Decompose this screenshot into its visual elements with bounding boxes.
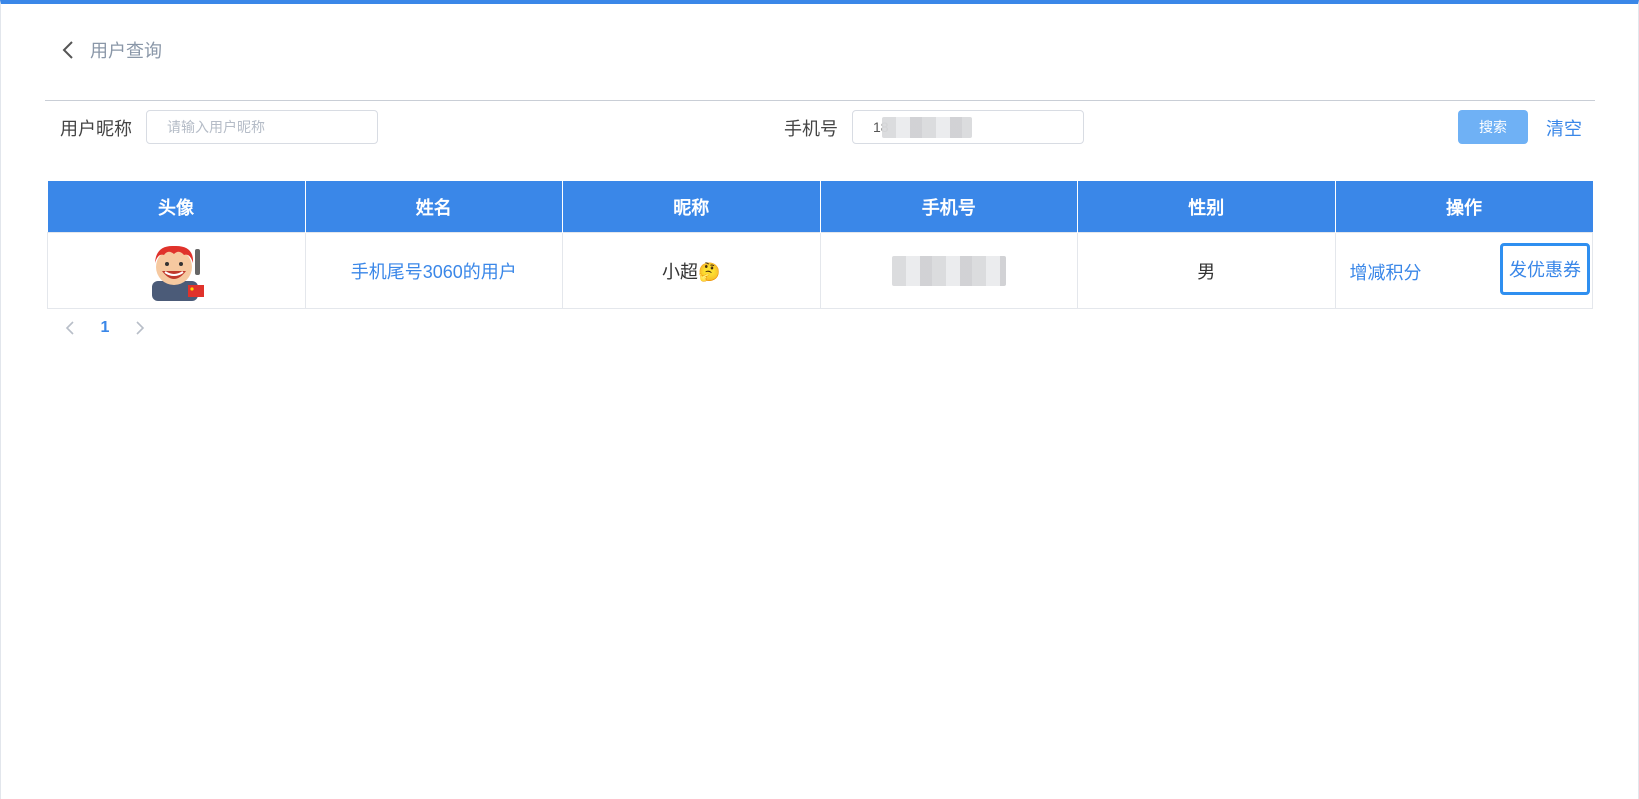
search-button[interactable]: 搜索 [1458, 110, 1528, 144]
redacted-phone-cell [891, 255, 1006, 286]
next-page-icon[interactable] [129, 317, 151, 339]
actions-cell: 增减积分 发优惠券 [1334, 232, 1593, 309]
page: 用户查询 用户昵称 手机号 搜索 清空 头像 姓名 昵称 手机号 性别 操作 [0, 0, 1639, 799]
adjust-points-button[interactable]: 增减积分 [1350, 259, 1422, 285]
column-header-actions: 操作 [1334, 181, 1593, 233]
gender-cell: 男 [1077, 232, 1336, 309]
phone-label: 手机号 [784, 119, 838, 139]
avatar [146, 240, 207, 301]
issue-coupon-button[interactable]: 发优惠券 [1500, 243, 1590, 295]
user-name-link[interactable]: 手机尾号3060的用户 [351, 262, 517, 282]
page-header: 用户查询 [56, 38, 162, 62]
nickname-input[interactable] [146, 110, 378, 144]
phone-input-wrapper [852, 110, 1084, 144]
column-header-nickname: 昵称 [562, 181, 820, 233]
prev-page-icon[interactable] [59, 317, 81, 339]
column-header-phone: 手机号 [819, 181, 1078, 233]
pagination: 1 [59, 316, 151, 340]
column-header-avatar: 头像 [47, 181, 305, 233]
nickname-label: 用户昵称 [60, 119, 132, 139]
clear-button[interactable]: 清空 [1546, 115, 1582, 141]
page-title: 用户查询 [90, 41, 162, 61]
avatar-cell [47, 232, 306, 309]
column-header-gender: 性别 [1077, 181, 1335, 233]
phone-cell [819, 232, 1078, 309]
chevron-left-icon[interactable] [56, 38, 80, 62]
table-row: 手机尾号3060的用户 小超🤔 男 增减积分 发优惠券 [47, 232, 1593, 309]
user-table: 头像 姓名 昵称 手机号 性别 操作 手机尾号3060的用户 小超🤔 男 增减积… [47, 181, 1593, 309]
redacted-phone-patch [882, 117, 972, 138]
column-header-name: 姓名 [304, 181, 563, 233]
actions-container: 增减积分 发优惠券 [1336, 233, 1593, 308]
page-number-current[interactable]: 1 [81, 319, 129, 337]
name-cell: 手机尾号3060的用户 [304, 232, 563, 309]
table-header-row: 头像 姓名 昵称 手机号 性别 操作 [47, 181, 1593, 233]
header-divider [45, 100, 1595, 101]
nickname-cell: 小超🤔 [562, 232, 821, 309]
